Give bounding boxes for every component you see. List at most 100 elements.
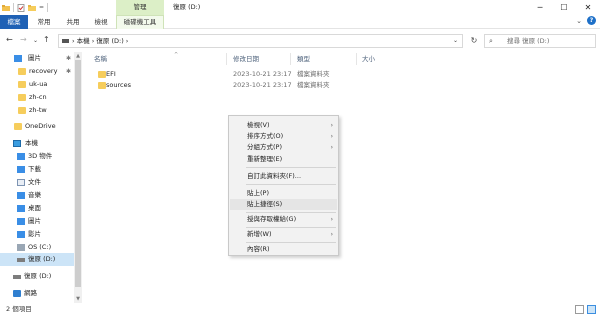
menu-item-paste-shortcut[interactable]: 貼上捷徑(S) — [230, 199, 337, 210]
nav-item-pictures-pinned[interactable]: 圖片 ✱ — [0, 52, 74, 65]
close-button[interactable]: ✕ — [576, 0, 600, 15]
status-bar: 2 個項目 — [0, 303, 600, 316]
back-button[interactable]: ← — [6, 35, 13, 44]
nav-item-label: 文件 — [28, 178, 41, 186]
folder-icon — [98, 71, 106, 78]
menu-item-label: 重新整理(E) — [247, 155, 283, 163]
file-row[interactable]: EFI 2023-10-21 23:17 檔案資料夾 — [90, 69, 390, 80]
scrollbar-thumb[interactable] — [75, 60, 81, 287]
breadcrumb[interactable]: › 本機 › 復原 (D:) › — [72, 35, 128, 47]
customize-quick-access-icon[interactable]: = — [39, 4, 44, 11]
scroll-up-arrow-icon[interactable]: ▲ — [74, 52, 82, 60]
menu-item-label: 自訂此資料夾(F)... — [247, 172, 302, 180]
menu-separator — [246, 227, 336, 228]
search-placeholder: 搜尋 復原 (D:) — [507, 37, 550, 45]
menu-separator — [246, 167, 336, 168]
up-button[interactable]: ↑ — [43, 35, 50, 44]
nav-item-onedrive[interactable]: OneDrive — [0, 120, 74, 133]
nav-item-recovery[interactable]: recovery ✱ — [0, 65, 74, 78]
nav-item-videos[interactable]: 影片 — [0, 228, 74, 241]
menu-item-give-access[interactable]: 授與存取權給(G) › — [230, 214, 337, 225]
column-date-modified[interactable]: 修改日期 — [229, 53, 291, 65]
nav-item-downloads[interactable]: 下載 — [0, 163, 74, 176]
forward-button[interactable]: → — [20, 35, 27, 44]
nav-item-label: 圖片 — [28, 217, 41, 225]
menu-item-group-by[interactable]: 分組方式(P) › — [230, 142, 337, 153]
address-bar[interactable]: › 本機 › 復原 (D:) › ⌄ — [58, 34, 463, 48]
address-row: ← → ⌄ ↑ › 本機 › 復原 (D:) › ⌄ ↻ ⌕ 搜尋 復原 (D:… — [0, 30, 600, 52]
tab-drive-tools[interactable]: 磁碟機工具 — [116, 15, 164, 29]
help-icon[interactable]: ? — [587, 16, 596, 25]
column-type[interactable]: 類型 — [293, 53, 357, 65]
tab-view[interactable]: 檢視 — [88, 15, 114, 29]
file-row[interactable]: sources 2023-10-21 23:17 檔案資料夾 — [90, 80, 390, 91]
nav-item-pictures[interactable]: 圖片 — [0, 215, 74, 228]
folder-icon — [18, 107, 26, 114]
scroll-down-arrow-icon[interactable]: ▼ — [74, 295, 82, 303]
picture-icon — [17, 218, 25, 225]
nav-item-zh-tw[interactable]: zh-tw — [0, 104, 74, 117]
new-folder-icon[interactable] — [28, 4, 36, 12]
expand-ribbon-icon[interactable]: ⌄ — [576, 17, 582, 25]
nav-scrollbar[interactable]: ▲ ▼ — [74, 52, 82, 303]
menu-item-label: 貼上(P) — [247, 189, 269, 197]
nav-item-label: 桌面 — [28, 204, 41, 212]
nav-item-label: zh-cn — [29, 93, 47, 101]
nav-item-label: 復原 (D:) — [24, 272, 52, 280]
nav-item-label: recovery — [29, 67, 58, 75]
tab-file[interactable]: 檔案 — [0, 15, 28, 29]
nav-item-uk-ua[interactable]: uk-ua — [0, 78, 74, 91]
address-dropdown-icon[interactable]: ⌄ — [453, 35, 458, 47]
context-menu: 檢視(V) › 排序方式(O) › 分組方式(P) › 重新整理(E) 自訂此資… — [228, 115, 339, 256]
nav-item-label: zh-tw — [29, 106, 47, 114]
tab-share[interactable]: 共用 — [60, 15, 86, 29]
folder-icon — [18, 94, 26, 101]
large-icons-view-icon[interactable] — [587, 305, 596, 314]
navigation-pane[interactable]: 圖片 ✱ recovery ✱ uk-ua zh-cn zh-tw OneDri… — [0, 52, 82, 303]
refresh-button[interactable]: ↻ — [467, 34, 481, 48]
title-bar: = 管理 復原 (D:) ─ ☐ ✕ — [0, 0, 600, 15]
column-size[interactable]: 大小 — [358, 53, 408, 65]
menu-item-sort-by[interactable]: 排序方式(O) › — [230, 131, 337, 142]
file-type: 檔案資料夾 — [297, 70, 330, 78]
menu-item-customize-folder[interactable]: 自訂此資料夾(F)... — [230, 171, 337, 182]
menu-item-refresh[interactable]: 重新整理(E) — [230, 154, 337, 165]
maximize-button[interactable]: ☐ — [552, 0, 576, 15]
nav-item-music[interactable]: 音樂 — [0, 189, 74, 202]
tab-home[interactable]: 常用 — [30, 15, 58, 29]
column-name[interactable]: 名稱 — [90, 53, 227, 65]
menu-item-new[interactable]: 新增(W) › — [230, 229, 337, 240]
nav-item-network[interactable]: 網路 — [0, 287, 74, 300]
nav-item-zh-cn[interactable]: zh-cn — [0, 91, 74, 104]
menu-item-label: 內容(R) — [247, 245, 270, 253]
recent-locations-button[interactable]: ⌄ — [33, 37, 38, 44]
submenu-arrow-icon: › — [330, 144, 333, 151]
menu-item-properties[interactable]: 內容(R) — [230, 244, 337, 255]
properties-icon[interactable] — [17, 3, 25, 12]
menu-item-paste[interactable]: 貼上(P) — [230, 188, 337, 199]
nav-item-label: OneDrive — [25, 122, 56, 130]
nav-item-3d-objects[interactable]: 3D 物件 — [0, 150, 74, 163]
nav-item-recovery-d[interactable]: 復原 (D:) — [0, 270, 74, 283]
nav-item-documents[interactable]: 文件 — [0, 176, 74, 189]
nav-item-label: 圖片 — [28, 54, 41, 62]
nav-item-this-pc[interactable]: 本機 — [0, 137, 74, 150]
music-icon — [17, 192, 25, 199]
details-view-icon[interactable] — [575, 305, 584, 314]
menu-item-view[interactable]: 檢視(V) › — [230, 120, 337, 131]
folder-icon — [18, 81, 26, 88]
file-name: sources — [106, 81, 131, 89]
window-title: 復原 (D:) — [173, 3, 201, 11]
os-drive-icon — [17, 244, 25, 251]
ribbon-tab-bar: 檔案 常用 共用 檢視 磁碟機工具 ⌄ ? — [0, 15, 600, 29]
search-input[interactable]: ⌕ 搜尋 復原 (D:) — [484, 34, 596, 48]
minimize-button[interactable]: ─ — [528, 0, 552, 15]
document-icon — [17, 179, 25, 186]
submenu-arrow-icon: › — [330, 133, 333, 140]
menu-separator — [246, 184, 336, 185]
folder-icon — [98, 82, 106, 89]
download-icon — [17, 166, 25, 173]
nav-item-desktop[interactable]: 桌面 — [0, 202, 74, 215]
nav-item-recovery-d-selected[interactable]: 復原 (D:) — [0, 253, 74, 266]
item-count: 2 個項目 — [6, 305, 32, 313]
